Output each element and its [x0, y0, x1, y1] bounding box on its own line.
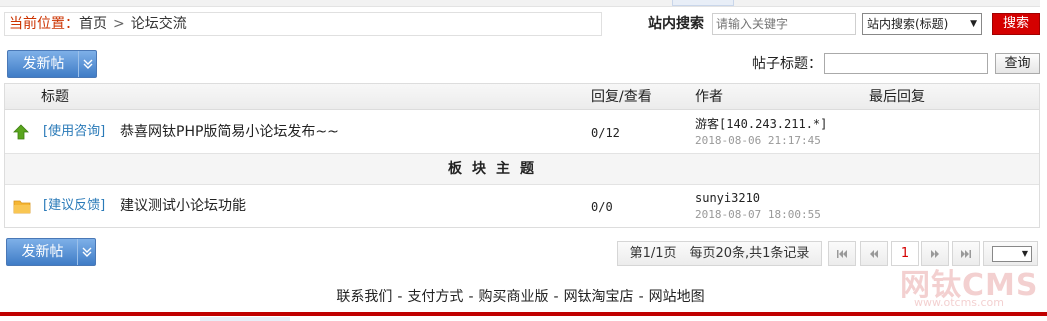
- folder-icon: [13, 198, 31, 214]
- new-post-label: 发新帖: [22, 56, 65, 72]
- post-category-link[interactable]: [使用咨询]: [43, 122, 105, 142]
- footer-divider: [0, 312, 1047, 316]
- post-title-link[interactable]: 建议测试小论坛功能: [120, 196, 246, 216]
- title-filter-label: 帖子标题：: [752, 56, 822, 72]
- new-post-button[interactable]: 发新帖: [7, 50, 97, 78]
- last-page-icon: [961, 250, 971, 258]
- post-category-link[interactable]: [建议反馈]: [43, 196, 105, 216]
- table-row: [使用咨询] 恭喜网钛PHP版简易小论坛发布~~ 0/12 游客[140.243…: [5, 111, 1039, 154]
- breadcrumb-separator: >: [113, 16, 125, 32]
- column-author: 作者: [695, 89, 723, 105]
- search-scope-value: 站内搜索(标题): [867, 17, 949, 31]
- bottom-strip: [200, 317, 290, 321]
- next-page-icon: [931, 250, 939, 258]
- post-author: sunyi3210: [695, 191, 761, 205]
- post-title-link[interactable]: 恭喜网钛PHP版简易小论坛发布~~: [120, 122, 339, 142]
- search-button[interactable]: 搜索: [992, 13, 1040, 35]
- top-strip: [0, 0, 1040, 7]
- breadcrumb-current-link[interactable]: 论坛交流: [131, 16, 187, 32]
- footer-separator: -: [397, 289, 403, 305]
- footer-link-payment[interactable]: 支付方式: [407, 289, 463, 305]
- breadcrumb-label: 当前位置：: [9, 16, 79, 32]
- column-last-reply: 最后回复: [869, 89, 925, 105]
- query-button[interactable]: 查询: [995, 53, 1040, 74]
- chevron-down-icon: ▼: [970, 19, 977, 29]
- pagination-info: 第1/1页 每页20条,共1条记录: [617, 241, 822, 266]
- first-page-icon: [837, 250, 847, 258]
- footer-link-contact[interactable]: 联系我们: [336, 289, 392, 305]
- double-chevron-down-icon[interactable]: [77, 239, 95, 265]
- footer-separator: -: [468, 289, 474, 305]
- title-filter-input[interactable]: [824, 53, 988, 74]
- footer-link-buy[interactable]: 购买商业版: [479, 289, 549, 305]
- post-time: 2018-08-06 21:17:45: [695, 134, 821, 147]
- breadcrumb: 当前位置：首页 > 论坛交流: [4, 12, 602, 36]
- breadcrumb-home-link[interactable]: 首页: [79, 16, 107, 32]
- post-time: 2018-08-07 18:00:55: [695, 208, 821, 221]
- first-page-button[interactable]: [828, 241, 856, 266]
- post-author: 游客[140.243.211.*]: [695, 117, 828, 131]
- section-header: 板块主题: [5, 154, 1039, 185]
- footer-link-taobao[interactable]: 网钛淘宝店: [564, 289, 634, 305]
- search-input[interactable]: [712, 13, 856, 35]
- footer-separator: -: [553, 289, 559, 305]
- post-replies-views: 0/12: [591, 126, 620, 140]
- search-scope-select[interactable]: 站内搜索(标题) ▼: [862, 13, 982, 35]
- prev-page-button[interactable]: [860, 241, 888, 266]
- new-post-button-bottom[interactable]: 发新帖: [6, 238, 96, 266]
- arrow-up-icon: [13, 124, 29, 140]
- column-title: 标题: [41, 89, 69, 105]
- footer-link-sitemap[interactable]: 网站地图: [649, 289, 705, 305]
- table-header: 标题 回复/查看 作者 最后回复: [5, 84, 1039, 110]
- table-row: [建议反馈] 建议测试小论坛功能 0/0 sunyi3210 2018-08-0…: [5, 185, 1039, 228]
- search-label: 站内搜索: [648, 16, 704, 32]
- post-table: 标题 回复/查看 作者 最后回复 [使用咨询] 恭喜网钛PHP版简易小论坛发布~…: [4, 83, 1040, 228]
- prev-page-icon: [870, 250, 878, 258]
- footer-links: 联系我们 - 支付方式 - 购买商业版 - 网钛淘宝店 - 网站地图: [0, 287, 1047, 307]
- column-replies-views: 回复/查看: [591, 89, 652, 105]
- top-tab: [672, 0, 734, 6]
- post-replies-views: 0/0: [591, 200, 613, 214]
- double-chevron-down-icon[interactable]: [78, 51, 96, 77]
- new-post-label: 发新帖: [21, 244, 64, 260]
- footer-separator: -: [638, 289, 644, 305]
